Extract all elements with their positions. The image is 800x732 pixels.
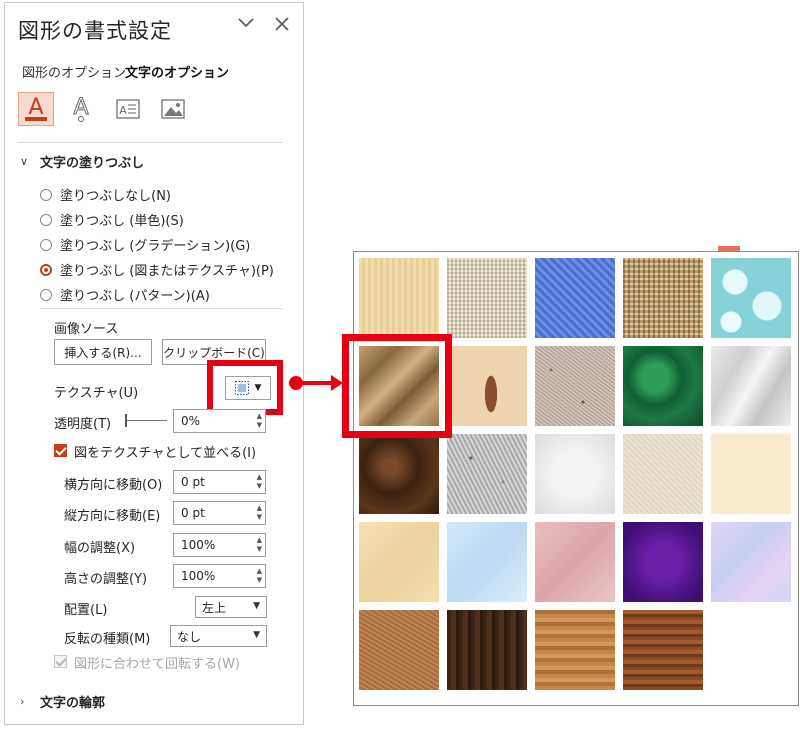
scale-x-label: 幅の調整(X) (64, 541, 136, 556)
fill-option-pattern[interactable]: 塗りつぶし (パターン)(A) (40, 285, 210, 304)
texture-green-marble[interactable] (623, 346, 703, 426)
texture-white-speckled[interactable] (535, 434, 615, 514)
radio-gradient[interactable] (40, 238, 52, 251)
text-outline-section-header[interactable]: › 文字の輪郭 (20, 692, 105, 711)
tile-as-texture-label: 図をテクスチャとして並べる(I) (74, 446, 257, 461)
offset-y-input[interactable]: 0 pt ▲ ▼ (173, 501, 266, 525)
fill-option-picture-texture[interactable]: 塗りつぶし (図またはテクスチャ)(P) (40, 260, 274, 279)
texture-gallery (353, 251, 799, 706)
pane-title: 図形の書式設定 (18, 19, 172, 43)
text-fill-section-header[interactable]: ∨ 文字の塗りつぶし (20, 152, 144, 171)
text-fill-section-title: 文字の塗りつぶし (40, 156, 145, 171)
chevron-down-icon: ∨ (20, 155, 29, 168)
text-fill-outline-icon[interactable]: A (18, 92, 54, 126)
svg-text:A: A (119, 104, 127, 117)
texture-white-marble[interactable] (711, 346, 791, 426)
radio-solid[interactable] (40, 213, 52, 226)
texture-bouquet[interactable] (711, 522, 791, 602)
transparency-slider-track[interactable] (127, 420, 167, 421)
texture-blue-tissue[interactable] (447, 522, 527, 602)
scale-y-label: 高さの調整(Y) (64, 572, 148, 587)
scale-y-input[interactable]: 100% ▲ ▼ (173, 564, 266, 588)
insert-button[interactable]: 挿入する(R)... (54, 339, 152, 365)
divider (18, 142, 283, 143)
fill-option-gradient[interactable]: 塗りつぶし (グラデーション)(G) (40, 235, 250, 254)
mirror-type-select[interactable]: なし ▼ (170, 625, 267, 647)
rotate-with-shape-checkbox[interactable] (54, 655, 67, 668)
texture-papyrus[interactable] (359, 258, 439, 338)
texture-water-droplets[interactable] (711, 258, 791, 338)
pane-options-chevron-icon[interactable] (237, 17, 255, 29)
radio-picture-texture[interactable] (40, 263, 52, 276)
dropdown-arrow-icon: ▼ (253, 630, 260, 640)
spin-arrows-icon[interactable]: ▲ ▼ (257, 567, 262, 585)
mirror-type-label: 反転の種類(M) (64, 632, 151, 647)
scale-x-input[interactable]: 100% ▲ ▼ (173, 533, 266, 557)
offset-x-label: 横方向に移動(O) (64, 478, 163, 493)
fill-option-solid[interactable]: 塗りつぶし (単色)(S) (40, 210, 184, 229)
tab-shape-options[interactable]: 図形のオプション (22, 62, 126, 81)
fill-option-none[interactable]: 塗りつぶしなし(N) (40, 185, 171, 204)
texture-granite[interactable] (535, 346, 615, 426)
radio-none[interactable] (40, 188, 52, 201)
spin-arrows-icon[interactable]: ▲ ▼ (257, 504, 262, 522)
transparency-input[interactable]: 0% ▲ ▼ (173, 409, 266, 433)
texture-canvas[interactable] (447, 258, 527, 338)
texture-parchment[interactable] (359, 522, 439, 602)
texture-oak[interactable] (535, 610, 615, 690)
texture-walnut[interactable] (447, 610, 527, 690)
chevron-right-icon: › (20, 695, 25, 708)
text-effects-icon[interactable]: A (63, 92, 99, 126)
spin-arrows-icon[interactable]: ▲ ▼ (257, 473, 262, 491)
radio-pattern[interactable] (40, 288, 52, 301)
close-icon[interactable] (275, 17, 289, 31)
divider (40, 308, 283, 309)
texture-fossil[interactable] (447, 346, 527, 426)
texture-purple-mesh[interactable] (623, 522, 703, 602)
texture-gravel[interactable] (447, 434, 527, 514)
selected-texture-highlight (342, 334, 452, 438)
text-outline-section-title: 文字の輪郭 (40, 696, 106, 711)
dropdown-arrow-icon: ▼ (253, 601, 260, 611)
texture-denim[interactable] (535, 258, 615, 338)
texture-burlap[interactable] (623, 258, 703, 338)
tab-text-options[interactable]: 文字のオプション (125, 62, 229, 81)
texture-cream[interactable] (711, 434, 791, 514)
texture-cork[interactable] (359, 610, 439, 690)
svg-text:A: A (28, 95, 43, 120)
texture-pink-tissue[interactable] (535, 522, 615, 602)
transparency-slider-thumb[interactable] (125, 414, 127, 427)
tile-as-texture-checkbox[interactable] (54, 444, 67, 457)
texture-medium-wood[interactable] (623, 610, 703, 690)
alignment-label: 配置(L) (64, 603, 108, 618)
offset-x-input[interactable]: 0 pt ▲ ▼ (173, 470, 266, 494)
picture-icon[interactable] (155, 92, 191, 126)
alignment-select[interactable]: 左上 ▼ (195, 596, 267, 618)
transparency-label: 透明度(T) (54, 417, 112, 432)
rotate-with-shape-label: 図形に合わせて回転する(W) (74, 657, 240, 672)
offset-y-label: 縦方向に移動(E) (64, 509, 161, 524)
texture-sand[interactable] (623, 434, 703, 514)
texture-label: テクスチャ(U) (54, 386, 139, 401)
spin-arrows-icon[interactable]: ▲ ▼ (257, 412, 262, 430)
texture-button-highlight (207, 360, 283, 415)
textbox-icon[interactable]: A (110, 92, 146, 126)
pointer-arrow-line (300, 381, 332, 385)
image-source-label: 画像ソース (54, 322, 119, 337)
texture-brown-marble[interactable] (359, 434, 439, 514)
spin-arrows-icon[interactable]: ▲ ▼ (257, 536, 262, 554)
